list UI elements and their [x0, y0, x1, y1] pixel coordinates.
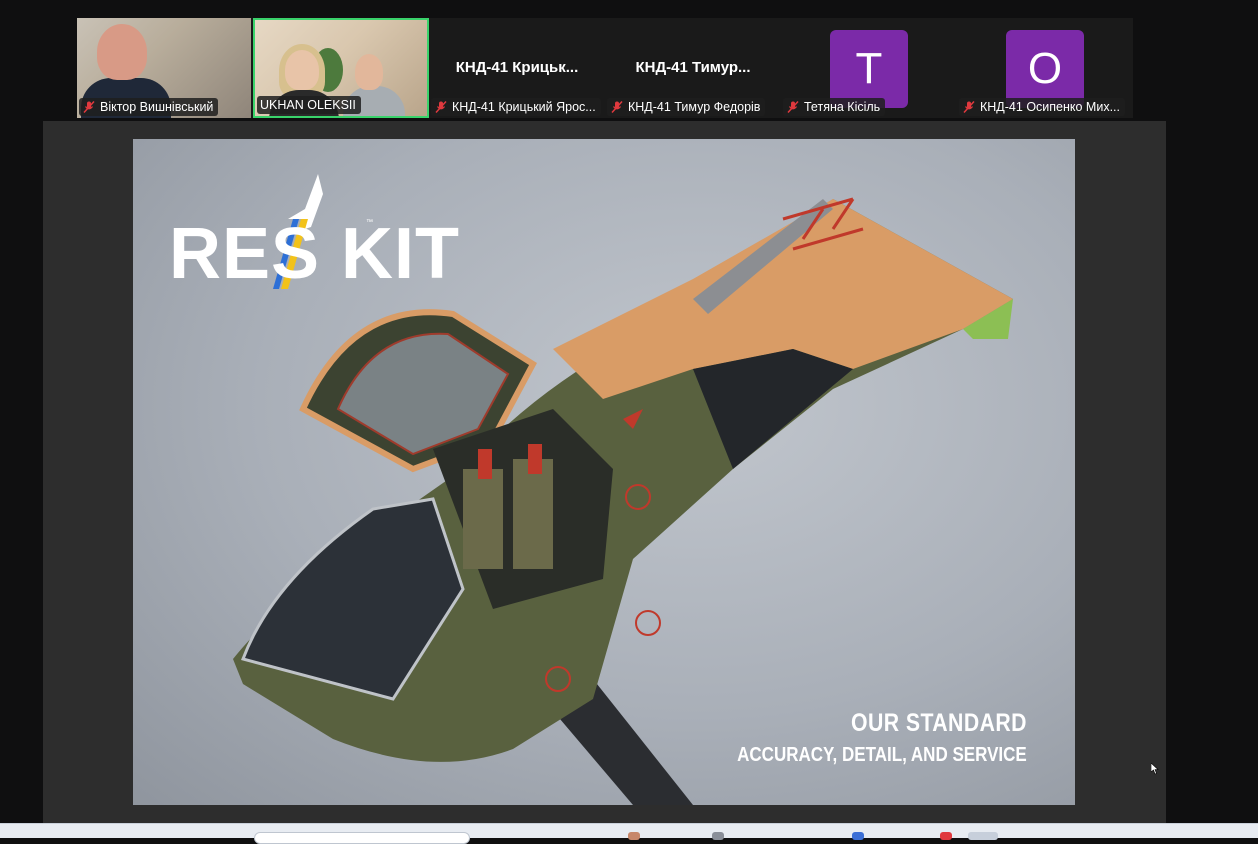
participant-name-label: Тетяна Кісіль	[783, 98, 886, 116]
participant-avatar: O	[1006, 30, 1084, 108]
presentation-slide: RES KIT ™ OUR STANDARD ACCURACY, DETAIL,…	[133, 139, 1075, 805]
participant-name-label: UKHAN OLEKSII	[257, 96, 361, 114]
taskbar-search-box[interactable]	[254, 832, 470, 844]
participant-video-tile-active[interactable]: UKHAN OLEKSII	[253, 18, 429, 118]
participant-display-name: КНД-41 Крицьк...	[455, 59, 579, 76]
participant-name-tile[interactable]: КНД-41 Крицьк... КНД-41 Крицький Ярос...	[429, 18, 605, 118]
taskbar-app-icon[interactable]	[852, 832, 864, 840]
participant-name-tile[interactable]: КНД-41 Тимур... КНД-41 Тимур Федорів	[605, 18, 781, 118]
mic-muted-icon	[787, 100, 799, 114]
taskbar-app-icon[interactable]	[968, 832, 998, 840]
participant-avatar: T	[830, 30, 908, 108]
slide-headline: OUR STANDARD	[851, 709, 1027, 737]
participant-name-label: КНД-41 Тимур Федорів	[607, 98, 766, 116]
participant-face	[97, 24, 147, 80]
mic-muted-icon	[435, 100, 447, 114]
slide-subheadline: ACCURACY, DETAIL, AND SERVICE	[737, 744, 1027, 766]
participant-name: Тетяна Кісіль	[804, 100, 881, 114]
participant-name-label: Віктор Вишнівський	[79, 98, 219, 116]
participant-name: Віктор Вишнівський	[100, 100, 214, 114]
participant-name-label: КНД-41 Крицький Ярос...	[431, 98, 601, 116]
participant-avatar-tile[interactable]: O КНД-41 Осипенко Мих...	[957, 18, 1133, 118]
participant-face	[285, 50, 319, 90]
participant-name: КНД-41 Тимур Федорів	[628, 100, 761, 114]
participant-strip: Віктор Вишнівський UKHAN OLEKSII КНД-41 …	[77, 18, 1133, 118]
participant-avatar-tile[interactable]: T Тетяна Кісіль	[781, 18, 957, 118]
shared-screen[interactable]: RES KIT ™ OUR STANDARD ACCURACY, DETAIL,…	[43, 121, 1166, 823]
mouse-cursor-icon	[1151, 763, 1159, 775]
taskbar-app-icon[interactable]	[628, 832, 640, 840]
reskit-logo: RES KIT	[169, 214, 461, 294]
taskbar	[0, 823, 1258, 844]
taskbar-app-icon[interactable]	[712, 832, 724, 840]
participant-video-tile[interactable]: Віктор Вишнівський	[77, 18, 251, 118]
trademark-symbol: ™	[366, 219, 373, 226]
participant-name: КНД-41 Осипенко Мих...	[980, 100, 1120, 114]
participant-face-second	[355, 54, 383, 90]
participant-display-name: КНД-41 Тимур...	[635, 59, 751, 76]
mic-muted-icon	[83, 100, 95, 114]
participant-name: UKHAN OLEKSII	[260, 98, 356, 112]
participant-name: КНД-41 Крицький Ярос...	[452, 100, 596, 114]
mic-muted-icon	[963, 100, 975, 114]
mic-muted-icon	[611, 100, 623, 114]
taskbar-notification-icon[interactable]	[940, 832, 952, 840]
participant-name-label: КНД-41 Осипенко Мих...	[959, 98, 1125, 116]
